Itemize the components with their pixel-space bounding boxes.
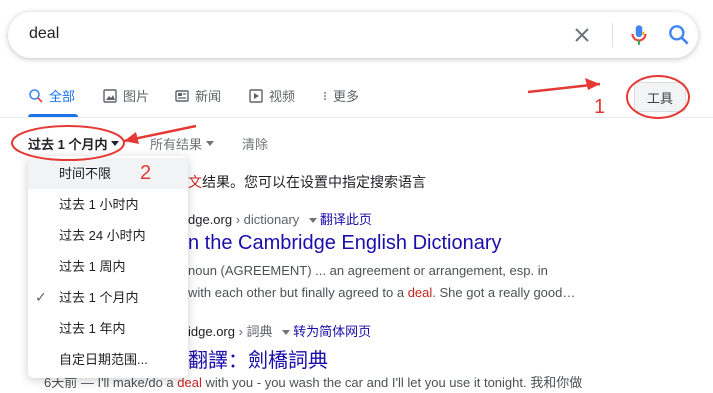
- annotation-arrowhead-1: [585, 78, 600, 90]
- annotation-ellipse-tools: [626, 75, 690, 119]
- annotation-number-2: 2: [140, 162, 152, 184]
- annotation-ellipse-time-filter: [11, 125, 125, 161]
- annotation-number-1: 1: [594, 96, 606, 118]
- annotation-overlay: [11, 75, 690, 161]
- annotation-arrowhead-2: [124, 132, 139, 144]
